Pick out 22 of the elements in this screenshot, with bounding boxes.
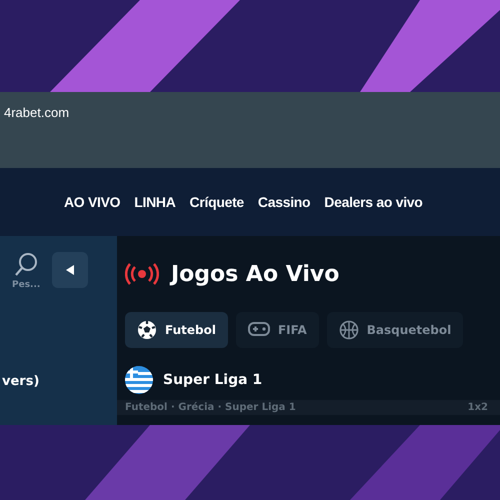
market-label: 1x2: [468, 402, 488, 413]
breadcrumb-text: Futebol · Grécia · Super Liga 1: [125, 402, 296, 413]
nav-link[interactable]: Dealers ao vivo: [324, 194, 423, 210]
basketball-icon: [338, 320, 359, 340]
page-title: Jogos Ao Vivo: [171, 262, 340, 286]
caret-icon: [66, 265, 74, 275]
collapse-button[interactable]: [52, 252, 88, 288]
sport-tab[interactable]: FIFA: [236, 312, 319, 348]
nav-link[interactable]: Cassino: [258, 194, 310, 210]
league-name: Super Liga 1: [163, 372, 262, 388]
url-text[interactable]: 4rabet.com: [4, 105, 70, 120]
sidebar-item[interactable]: vers): [2, 374, 117, 389]
greece-flag-icon: [125, 366, 153, 394]
sport-tab[interactable]: Basquetebol: [326, 312, 464, 348]
nav-link[interactable]: LINHA: [134, 194, 176, 210]
live-icon: [125, 263, 159, 285]
sport-tab[interactable]: Futebol: [125, 312, 228, 348]
search-button[interactable]: Pes...: [12, 252, 40, 290]
search-icon: [13, 252, 40, 278]
football-icon: [137, 320, 157, 340]
nav-link[interactable]: AO VIVO: [64, 194, 120, 210]
nav-link[interactable]: Críquete: [190, 194, 244, 210]
